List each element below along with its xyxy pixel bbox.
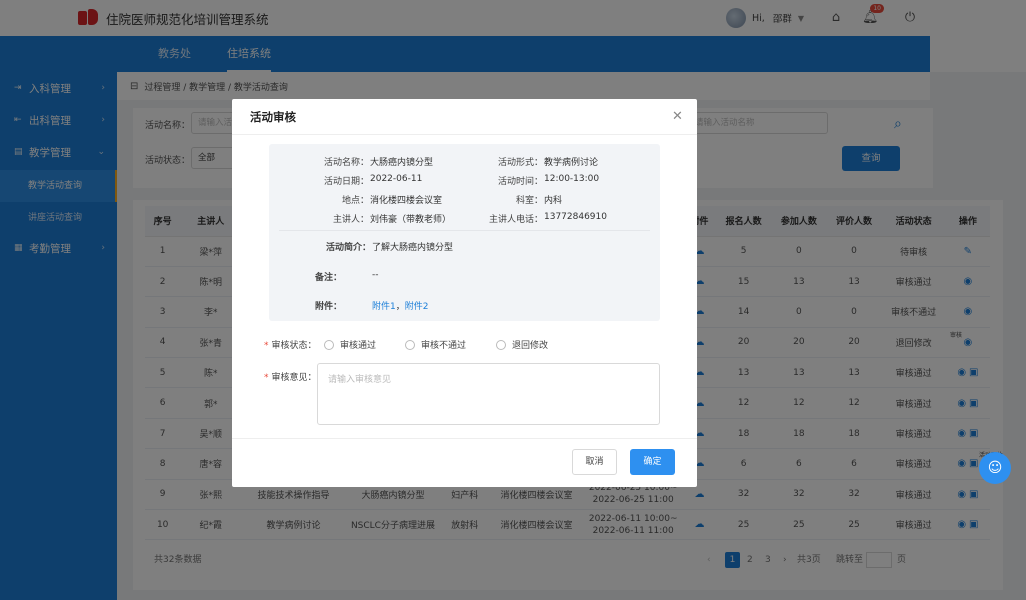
info-label: 活动简介： [325,243,371,253]
info-label: 活动形式： [497,158,543,168]
review-dialog: 活动审核 ✕ 活动名称： 大肠癌内镜分型 活动形式： 教学病例讨论 活动日期： … [232,99,697,487]
info-label: 附件： [314,302,342,312]
info-intro: 了解大肠癌内镜分型 [372,243,454,253]
confirm-button[interactable]: 确定 [630,449,675,475]
review-status-label-text: 审核状态： [271,341,317,351]
info-label: 活动日期： [323,177,369,187]
info-activity-time: 12:00-13:00 [544,174,600,184]
attachment-separator: ， [395,302,405,312]
dialog-title: 活动审核 [250,110,296,124]
attachment-1-link[interactable]: 附件1 [372,302,396,312]
info-label: 科室： [515,196,543,206]
review-status-label: * 审核状态： [264,341,317,351]
info-speaker-phone: 13772846910 [544,212,607,222]
radio-circle [405,339,415,350]
activity-info-panel: 活动名称： 大肠癌内镜分型 活动形式： 教学病例讨论 活动日期： 2022-06… [269,144,660,321]
review-opinion-label: * 审核意见： [264,373,317,383]
info-label: 活动名称： [323,158,369,168]
radio-label: 审核不通过 [421,341,467,351]
radio-label: 审核通过 [340,341,377,351]
info-department: 内科 [544,196,563,206]
info-remark: -- [372,270,379,280]
info-label: 备注： [314,273,342,283]
info-activity-name: 大肠癌内镜分型 [370,158,434,168]
assistant-float-icon[interactable]: ☺ [979,452,1011,484]
radio-circle [324,339,334,350]
info-label: 地点： [341,196,369,206]
info-place: 消化楼四楼会议室 [370,196,443,206]
info-label: 主讲人电话： [488,215,543,225]
radio-approve[interactable]: 审核通过 [324,338,376,351]
radio-reject[interactable]: 审核不通过 [405,338,466,351]
attachments: 附件1，附件2 [372,299,428,312]
review-opinion-textarea[interactable]: 请输入审核意见 [317,363,660,425]
info-speaker: 刘伟豪（带教老师） [370,215,452,225]
info-label: 活动时间： [497,177,543,187]
info-activity-date: 2022-06-11 [370,174,423,184]
info-activity-form: 教学病例讨论 [544,158,599,168]
cancel-button[interactable]: 取消 [572,449,617,475]
attachment-2-link[interactable]: 附件2 [405,302,429,312]
close-icon[interactable]: ✕ [672,109,683,124]
radio-label: 退回修改 [512,341,549,351]
radio-circle [496,339,506,350]
info-label: 主讲人： [332,215,369,225]
radio-return[interactable]: 退回修改 [496,338,548,351]
dialog-divider [232,134,697,135]
review-opinion-label-text: 审核意见： [271,373,317,383]
dialog-footer-divider [232,438,697,439]
info-divider [279,230,650,231]
